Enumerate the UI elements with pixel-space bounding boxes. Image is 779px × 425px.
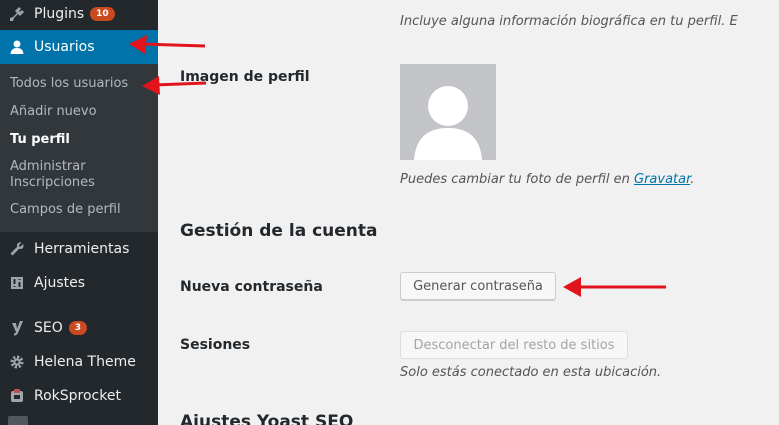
sidebar-item-label: Usuarios (34, 39, 95, 55)
sidebar-item-roksprocket[interactable]: RokSprocket (0, 380, 158, 412)
submenu-item-your-profile[interactable]: Tu perfil (10, 132, 70, 148)
submenu-item-all-users[interactable]: Todos los usuarios (10, 76, 128, 92)
sessions-label: Sesiones (180, 337, 251, 353)
generate-password-button[interactable]: Generar contraseña (400, 272, 556, 300)
users-submenu: Todos los usuarios Añadir nuevo Tu perfi… (0, 64, 158, 232)
sidebar-item-seo[interactable]: SEO 3 (0, 312, 158, 344)
sidebar-item-herramientas[interactable]: Herramientas (0, 234, 158, 264)
submenu-item-profile-fields[interactable]: Campos de perfil (10, 202, 121, 218)
profile-content: Incluye alguna información biográfica en… (158, 0, 779, 425)
submenu-item-add-new[interactable]: Añadir nuevo (10, 104, 97, 120)
yoast-settings-heading: Ajustes Yoast SEO (180, 412, 354, 425)
yoast-icon (0, 320, 34, 336)
settings-icon (0, 275, 34, 291)
annotation-arrow-all-users (142, 76, 207, 95)
gear-icon (0, 354, 34, 370)
sidebar-item-label: Herramientas (34, 241, 130, 257)
logout-everywhere-button[interactable]: Desconectar del resto de sitios (400, 331, 628, 359)
submenu-item-manage-subscriptions[interactable]: Administrar Inscripciones (10, 159, 130, 191)
sidebar-item-ajustes[interactable]: Ajustes (0, 268, 158, 298)
sidebar-item-label: RokSprocket (34, 388, 121, 404)
gravatar-link[interactable]: Gravatar (634, 172, 690, 187)
wrench-icon (0, 241, 34, 257)
sidebar-item-label: Helena Theme (34, 354, 136, 370)
sidebar-item-label: Ajustes (34, 275, 86, 291)
update-count-badge: 10 (90, 7, 115, 21)
sidebar-item-plugins[interactable]: Plugins 10 (0, 0, 158, 28)
sidebar-item-label: SEO (34, 320, 63, 336)
sidebar-item-helena-theme[interactable]: Helena Theme (0, 346, 158, 378)
annotation-arrow-users (129, 35, 206, 54)
account-management-heading: Gestión de la cuenta (180, 221, 378, 241)
sessions-description: Solo estás conectado en esta ubicación. (400, 365, 662, 380)
annotation-arrow-generate-password (563, 277, 666, 297)
plug-icon (0, 6, 34, 22)
avatar-description: Puedes cambiar tu foto de perfil en Grav… (400, 172, 695, 187)
next-menu-icon (8, 416, 28, 425)
seo-notification-badge: 3 (68, 321, 88, 335)
admin-sidebar: Plugins 10 Usuarios Todos los usuarios A… (0, 0, 158, 425)
sidebar-item-label: Plugins (34, 6, 85, 22)
user-icon (0, 39, 34, 55)
avatar (400, 64, 496, 160)
rocket-icon (0, 388, 34, 404)
new-password-label: Nueva contraseña (180, 279, 323, 295)
bio-description: Incluye alguna información biográfica en… (400, 14, 738, 29)
